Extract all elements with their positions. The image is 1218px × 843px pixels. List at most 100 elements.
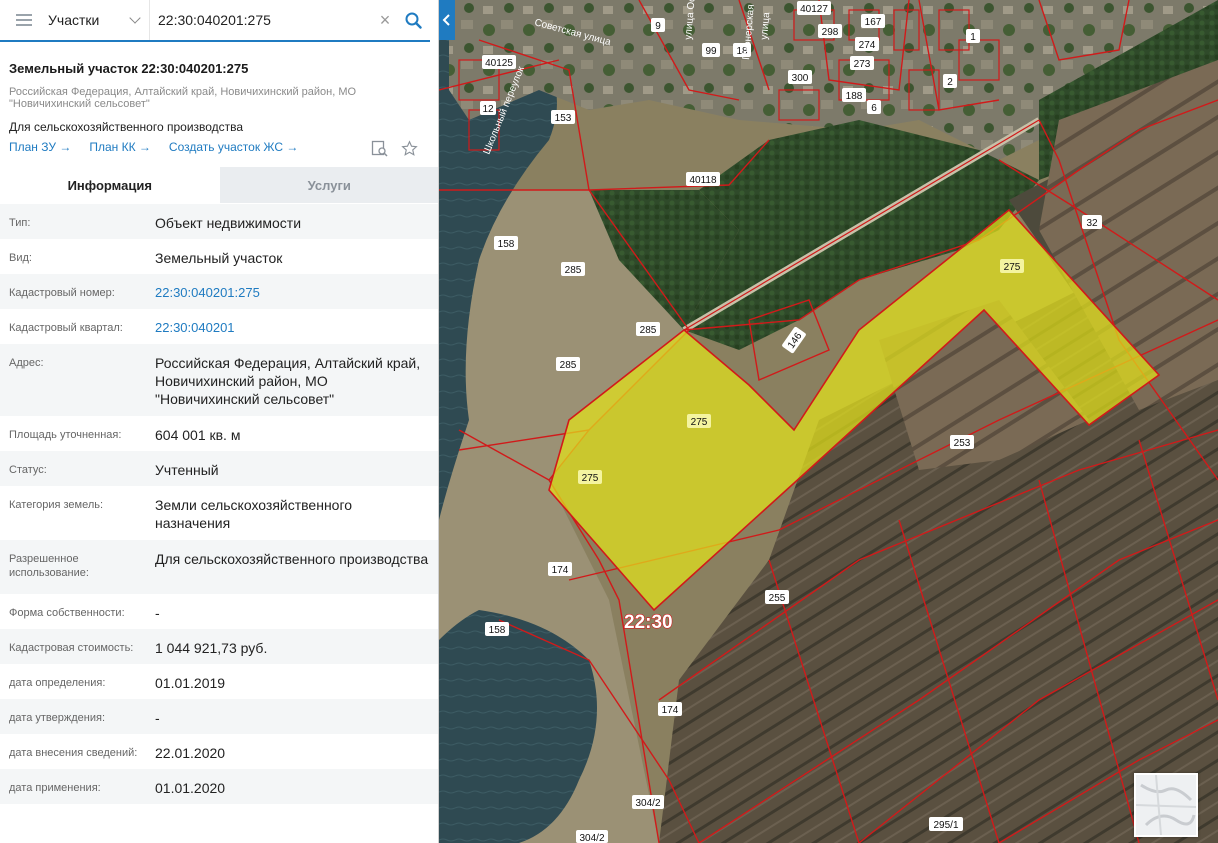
parcel-label: 158: [485, 622, 509, 636]
cadastral-number-link[interactable]: 22:30:040201:275: [155, 274, 430, 309]
parcel-label: 167: [861, 14, 885, 28]
map-canvas[interactable]: 275 275 275 285 285 285 158 158 153 174 …: [439, 0, 1218, 843]
info-value: Земли сельскохозяйственного назначения: [155, 497, 353, 531]
parcel-label: 2: [943, 74, 957, 88]
svg-text:174: 174: [552, 565, 569, 576]
parcel-label: 275: [687, 414, 711, 428]
svg-text:2: 2: [947, 77, 953, 88]
search-bar: Участки ×: [0, 0, 430, 42]
parcel-label: 285: [636, 322, 660, 336]
svg-text:255: 255: [769, 593, 786, 604]
parcel-links: План ЗУ → План КК → Создать участок ЖС →: [9, 140, 298, 154]
parcel-label: 253: [950, 435, 974, 449]
cadastral-quarter-link[interactable]: 22:30:040201: [155, 309, 430, 344]
hamburger-icon: [16, 19, 32, 21]
parcel-label: 40118: [686, 172, 720, 186]
search-button[interactable]: [396, 0, 430, 40]
parcel-label: 99: [702, 43, 720, 57]
parcel-label: 40125: [482, 55, 516, 69]
svg-text:6: 6: [871, 103, 877, 114]
info-row: Кадастровая стоимость: 1 044 921,73 руб.: [0, 629, 438, 664]
plan-kk-link[interactable]: План КК →: [89, 140, 151, 154]
svg-text:300: 300: [792, 73, 809, 84]
parcel-label: 158: [494, 236, 518, 250]
parcel-label: 174: [658, 702, 682, 716]
menu-button[interactable]: [0, 0, 48, 40]
info-row: Форма собственности: -: [0, 594, 438, 629]
parcel-label: 304/2: [632, 795, 664, 809]
plan-zu-link[interactable]: План ЗУ →: [9, 140, 71, 154]
parcel-label: 32: [1082, 215, 1102, 229]
chevron-left-icon: [442, 14, 450, 26]
svg-text:253: 253: [954, 438, 971, 449]
parcel-header: Земельный участок 22:30:040201:275 Росси…: [9, 61, 429, 134]
parcel-label: 298: [818, 24, 842, 38]
svg-text:12: 12: [482, 104, 494, 115]
svg-text:40118: 40118: [689, 175, 717, 186]
map-view[interactable]: 275 275 275 285 285 285 158 158 153 174 …: [439, 0, 1218, 843]
search-icon: [405, 12, 422, 29]
info-panel: Участки × Земельный участок 22:30:040201…: [0, 0, 439, 843]
info-row: дата внесения сведений: 22.01.2020: [0, 734, 438, 769]
info-value: 22.01.2020: [155, 745, 226, 761]
layer-select-value: Участки: [48, 12, 100, 28]
minimap-toggle[interactable]: [1134, 773, 1198, 837]
info-row: Категория земель: Земли сельскохозяйствен…: [0, 486, 438, 540]
svg-text:167: 167: [865, 17, 882, 28]
info-label: дата применения:: [9, 782, 101, 794]
svg-text:32: 32: [1086, 218, 1098, 229]
parcel-label: 300: [788, 70, 812, 84]
parcel-label: 174: [548, 562, 572, 576]
parcel-label: 188: [842, 88, 866, 102]
tab-services[interactable]: Услуги: [219, 167, 438, 203]
parcel-label: 285: [556, 357, 580, 371]
create-zhs-link[interactable]: Создать участок ЖС →: [169, 140, 298, 154]
svg-text:158: 158: [498, 239, 515, 250]
layer-select[interactable]: Участки: [48, 0, 150, 40]
chevron-down-icon: [129, 12, 141, 24]
collapse-panel-button[interactable]: [439, 0, 455, 40]
page-title: Земельный участок 22:30:040201:275: [9, 61, 249, 76]
parcel-address-line: Российская Федерация, Алтайский край, Но…: [9, 86, 357, 98]
info-label: Форма собственности:: [9, 607, 125, 619]
info-label: Статус:: [9, 464, 47, 476]
svg-text:298: 298: [822, 27, 839, 38]
info-value: 01.01.2020: [155, 780, 226, 796]
tab-info[interactable]: Информация: [0, 167, 220, 203]
parcel-use: Для сельскохозяйственного производства: [9, 120, 244, 134]
svg-text:285: 285: [640, 325, 657, 336]
info-label: Тип:: [9, 217, 31, 229]
svg-text:153: 153: [555, 113, 572, 124]
svg-text:40127: 40127: [800, 4, 828, 15]
info-row: Разрешенное использование: Для сельскохоз…: [0, 540, 438, 594]
svg-text:275: 275: [582, 473, 599, 484]
info-row: дата применения: 01.01.2020: [0, 769, 438, 804]
parcel-address: Российская Федерация, Алтайский край, Но…: [9, 86, 429, 110]
star-icon[interactable]: [400, 139, 418, 157]
svg-text:99: 99: [705, 46, 717, 57]
parcel-label: 40127: [797, 1, 831, 15]
document-search-icon[interactable]: [370, 139, 388, 157]
info-value: -: [155, 710, 160, 726]
minimap-icon: [1136, 775, 1196, 835]
parcel-label: 255: [765, 590, 789, 604]
parcel-label: 153: [551, 110, 575, 124]
parcel-label: 295/1: [929, 817, 963, 831]
info-row: Вид: Земельный участок: [0, 239, 438, 274]
info-row: Статус: Учтенный: [0, 451, 438, 486]
parcel-label: 9: [651, 18, 665, 32]
svg-text:285: 285: [565, 265, 582, 276]
panel-tabs: Информация Услуги: [0, 167, 438, 203]
info-label: Кадастровый номер:: [9, 287, 115, 299]
info-label: Кадастровый квартал:: [9, 322, 123, 334]
svg-text:304/2: 304/2: [579, 833, 604, 843]
parcel-label: 275: [578, 470, 602, 484]
info-row: дата определения: 01.01.2019: [0, 664, 438, 699]
close-icon: ×: [379, 9, 391, 30]
info-label: дата определения:: [9, 677, 106, 689]
svg-text:274: 274: [859, 40, 876, 51]
clear-button[interactable]: ×: [374, 0, 396, 40]
district-label: 22:30: [624, 612, 673, 633]
search-input[interactable]: [150, 0, 374, 40]
svg-text:188: 188: [846, 91, 863, 102]
